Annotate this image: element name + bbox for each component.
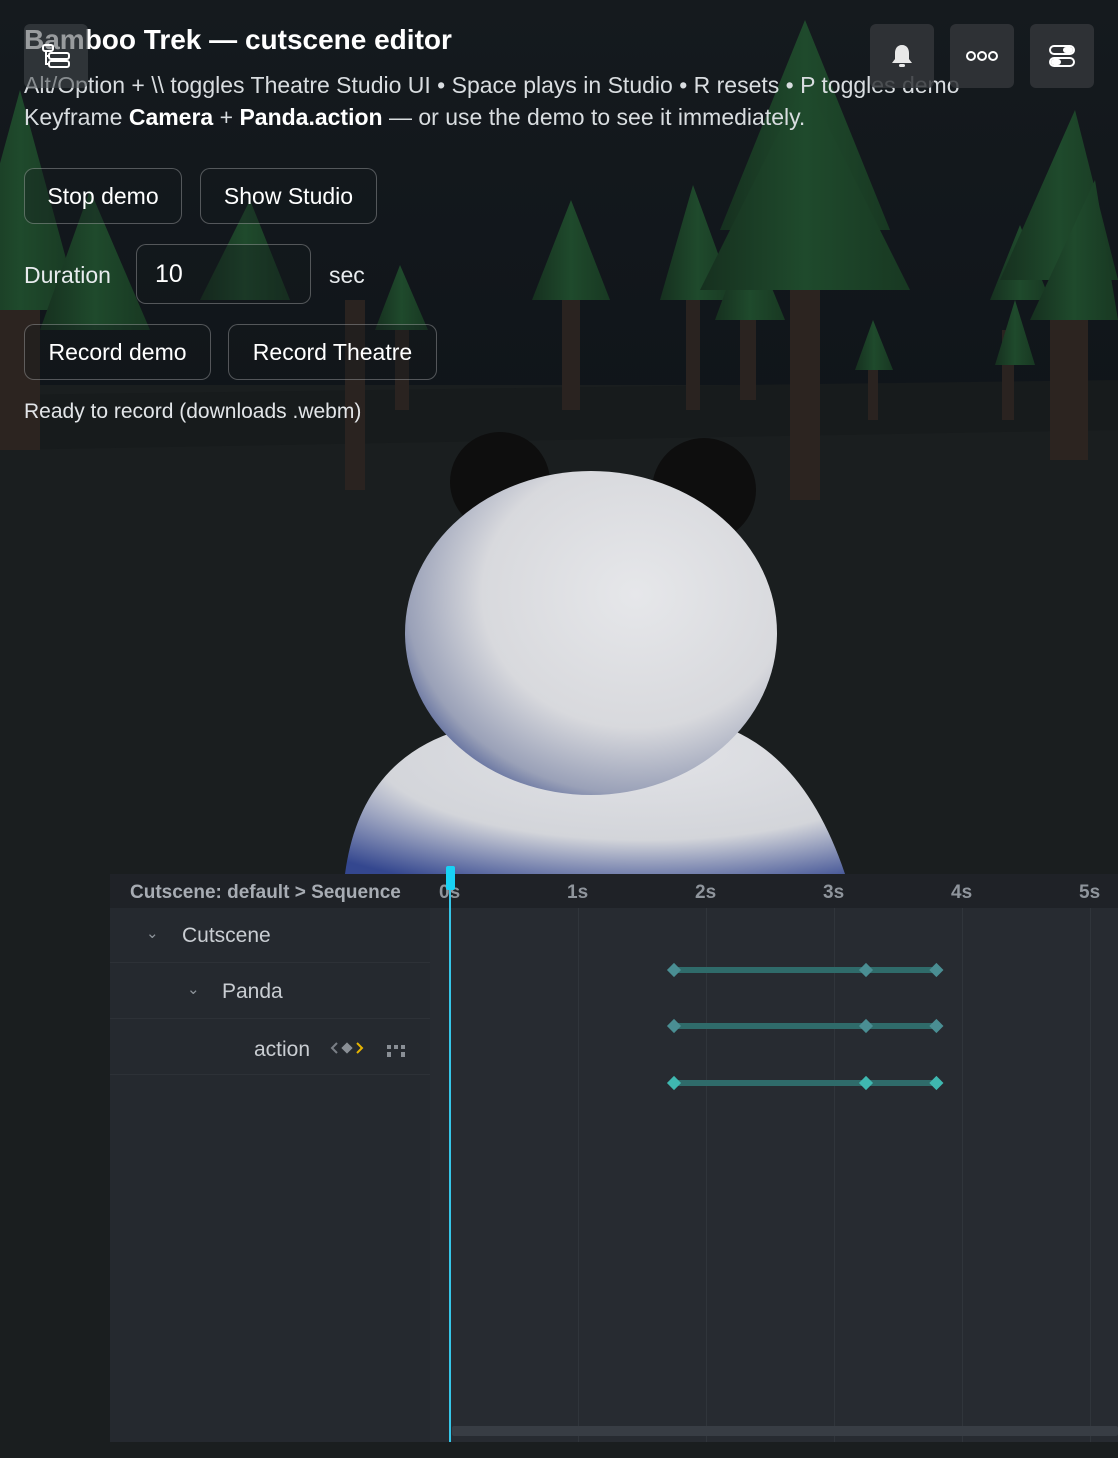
record-demo-button[interactable]: Record demo <box>24 324 211 380</box>
horizontal-scrollbar[interactable] <box>452 1426 1118 1436</box>
duration-input[interactable] <box>136 244 311 304</box>
tree-row-action[interactable]: action <box>110 1020 430 1075</box>
chevron-down-icon[interactable]: ⌄ <box>146 924 159 942</box>
properties-panel-icon <box>1049 45 1075 67</box>
keyframe-diamond[interactable] <box>666 1018 682 1034</box>
record-status: Ready to record (downloads .webm) <box>24 400 362 423</box>
duration-unit: sec <box>329 262 365 288</box>
stop-demo-button[interactable]: Stop demo <box>24 168 182 224</box>
show-studio-button[interactable]: Show Studio <box>200 168 377 224</box>
record-theatre-button[interactable]: Record Theatre <box>228 324 437 380</box>
tree-label-cutscene: Cutscene <box>182 924 271 947</box>
duration-label: Duration <box>24 262 111 288</box>
tree-label-action: action <box>254 1038 311 1061</box>
keyframe-diamond[interactable] <box>929 1018 944 1034</box>
keyframe-hint: Keyframe Camera + Panda.action — or use … <box>24 104 805 131</box>
keyframe-diamond[interactable] <box>929 962 944 978</box>
timeline-tracks[interactable] <box>430 908 1118 1442</box>
keyframe-diamond[interactable] <box>666 962 682 978</box>
time-tick: 1s <box>567 882 589 903</box>
hint-text: + <box>213 104 240 130</box>
time-tick: 3s <box>823 882 845 903</box>
outline-panel-toggle[interactable] <box>24 24 88 88</box>
sequence-editor[interactable]: Cutscene: default > Sequence 0s 1s 2s 3s… <box>110 866 1118 1442</box>
keyframe-nav-icon[interactable] <box>330 1040 364 1056</box>
keyboard-hints: Alt/Option + \\ toggles Theatre Studio U… <box>24 72 960 98</box>
properties-panel-toggle[interactable] <box>1030 24 1094 88</box>
tree-row-cutscene[interactable]: ⌄ Cutscene <box>110 908 430 963</box>
keyframe-diamond[interactable] <box>858 1018 874 1034</box>
notifications-button[interactable] <box>870 24 934 88</box>
keyframe-diamond[interactable] <box>858 962 874 978</box>
keyframe-diamond[interactable] <box>929 1075 944 1091</box>
keyframe-diamond[interactable] <box>858 1075 874 1091</box>
hint-text: Keyframe <box>24 104 129 130</box>
chevron-down-icon[interactable]: ⌄ <box>187 980 200 998</box>
sequence-header: Cutscene: default > Sequence 0s 1s 2s 3s… <box>110 874 1118 908</box>
time-tick: 4s <box>951 882 973 903</box>
keyframe-diamond[interactable] <box>666 1075 682 1091</box>
more-icon <box>966 51 998 61</box>
bell-icon <box>892 45 912 67</box>
page-title: Bamboo Trek — cutscene editor <box>24 24 452 55</box>
playhead-handle[interactable] <box>446 866 455 890</box>
hint-camera: Camera <box>128 104 214 130</box>
hint-text: — or use the demo to see it immediately. <box>382 104 806 130</box>
graph-editor-icon[interactable] <box>386 1044 406 1058</box>
outline-panel-icon <box>42 44 70 68</box>
time-tick: 5s <box>1079 882 1101 903</box>
hint-panda-action: Panda.action <box>239 104 383 130</box>
more-button[interactable] <box>950 24 1014 88</box>
breadcrumb: Cutscene: default > Sequence <box>130 882 401 903</box>
time-tick: 2s <box>695 882 717 903</box>
tree-row-panda[interactable]: ⌄ Panda <box>110 964 430 1019</box>
playhead[interactable] <box>449 874 451 1442</box>
tree-label-panda: Panda <box>222 980 283 1003</box>
